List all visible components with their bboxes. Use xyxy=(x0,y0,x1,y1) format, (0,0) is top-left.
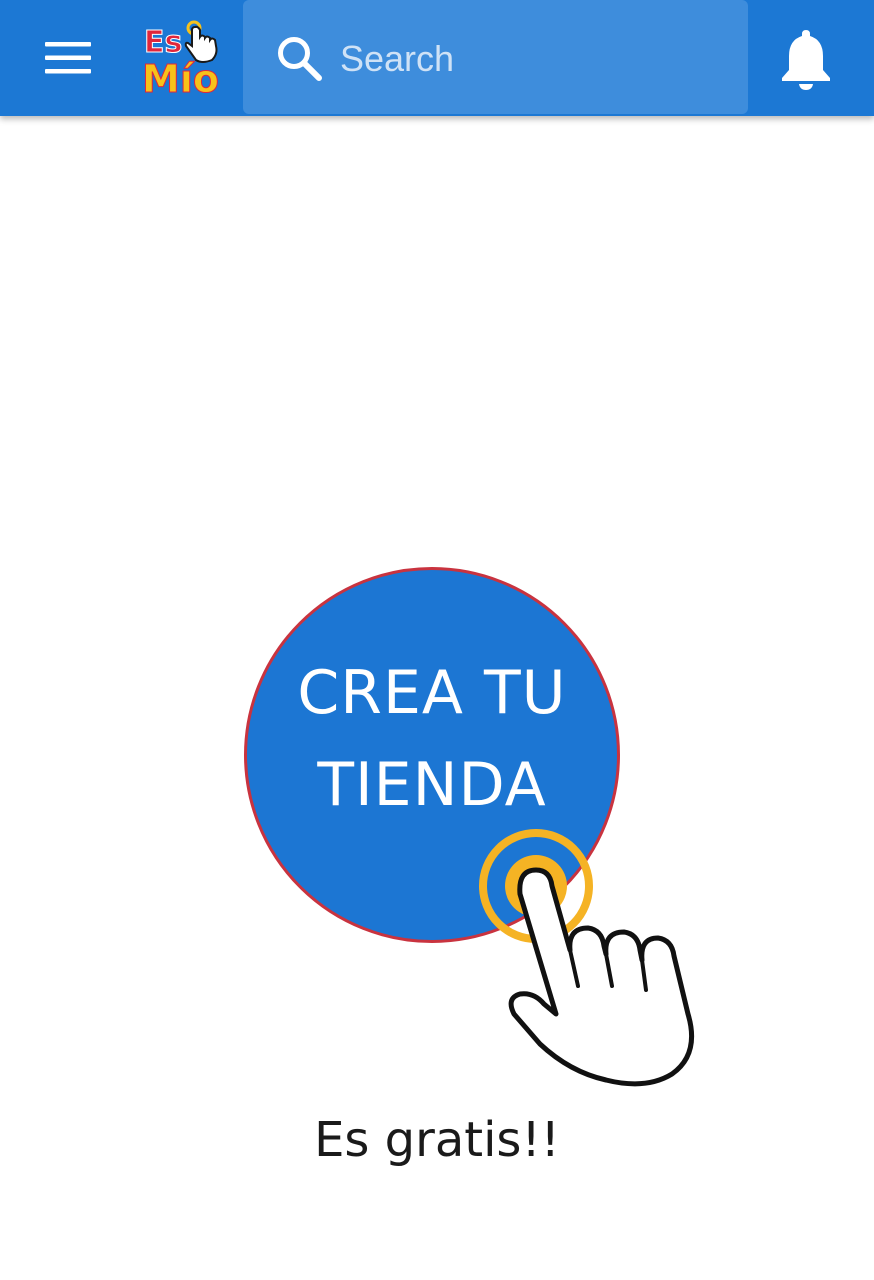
logo-top-text: Es xyxy=(144,25,182,60)
app-logo[interactable]: Es Mío xyxy=(140,16,228,102)
free-tagline: Es gratis!! xyxy=(314,1112,560,1168)
app-bar: Es Mío xyxy=(0,0,874,116)
cta-line-1: CREA TU xyxy=(297,658,567,728)
hamburger-menu-icon xyxy=(45,42,91,74)
notifications-button[interactable] xyxy=(776,26,836,90)
pointing-hand-icon xyxy=(479,829,695,1087)
bell-icon xyxy=(782,30,830,90)
search-input[interactable] xyxy=(340,36,720,82)
logo-bottom-text: Mío xyxy=(142,57,219,100)
menu-button[interactable] xyxy=(30,28,106,88)
cta-line-2: TIENDA xyxy=(317,750,547,820)
search-icon[interactable] xyxy=(274,33,324,83)
